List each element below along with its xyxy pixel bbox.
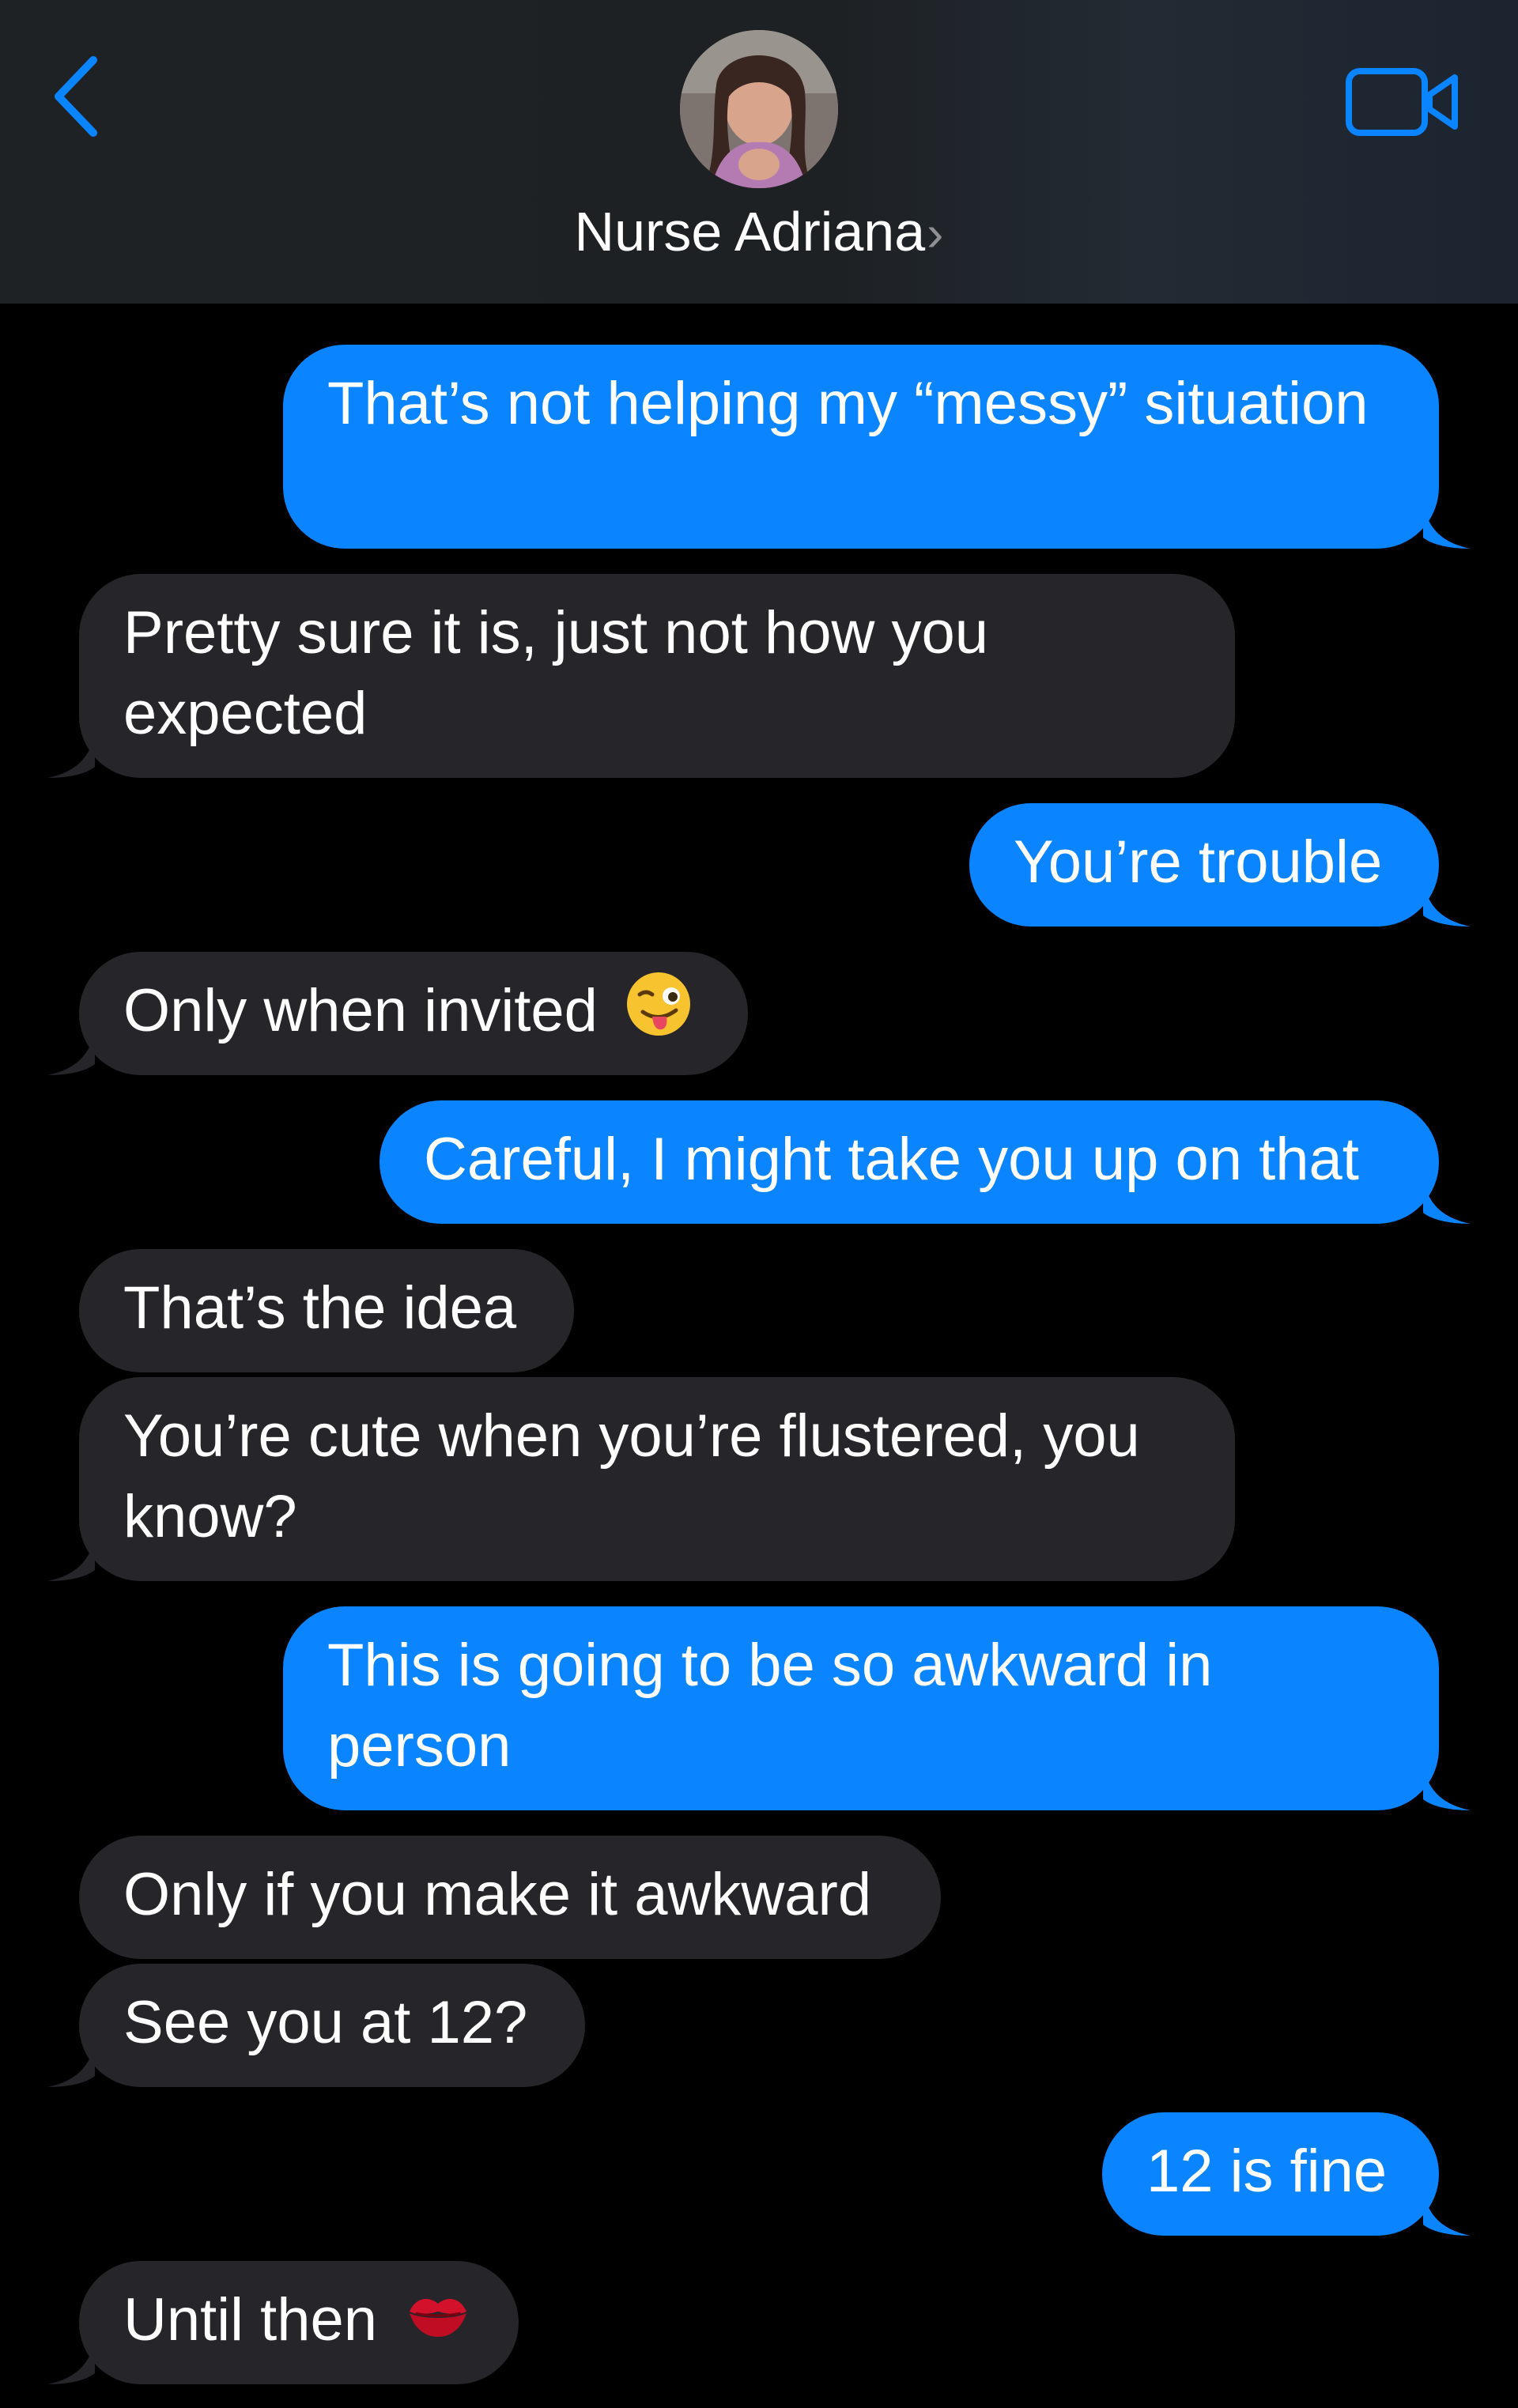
message-bubble-sent[interactable]: That’s not helping my “messy” situation <box>283 345 1471 549</box>
bubble-tail <box>1423 879 1471 927</box>
bubble-tail <box>47 1028 95 1075</box>
message-text: That’s not helping my “messy” situation <box>327 370 1369 437</box>
contact-name-button[interactable]: Nurse Adriana› <box>0 196 1518 269</box>
message-text: Pretty sure it is, just not how you expe… <box>123 599 989 747</box>
kiss-mark-emoji-icon <box>405 2280 471 2367</box>
bubble-tail <box>47 2337 95 2384</box>
bubble-tail <box>1423 2188 1471 2236</box>
message-bubble-sent[interactable]: Careful, I might take you up on that <box>380 1100 1471 1224</box>
message-bubble-received[interactable]: Pretty sure it is, just not how you expe… <box>47 574 1235 778</box>
bubble-tail <box>47 730 95 778</box>
chevron-right-icon: › <box>927 205 944 262</box>
bubble-tail <box>1423 1176 1471 1224</box>
message-bubble-received[interactable]: Only if you make it awkward <box>79 1836 941 1959</box>
message-text: See you at 12? <box>123 1989 528 2056</box>
chevron-left-icon <box>55 56 97 137</box>
back-button[interactable] <box>47 49 111 144</box>
avatar-image <box>680 30 838 188</box>
message-bubble-received[interactable]: Only when invited <box>47 952 748 1075</box>
message-text: Careful, I might take you up on that <box>424 1126 1359 1193</box>
message-bubble-sent[interactable]: This is going to be so awkward in person <box>283 1606 1471 1810</box>
bubble-tail <box>47 2040 95 2087</box>
conversation-header: Nurse Adriana› <box>0 0 1518 304</box>
bubble-tail <box>47 1534 95 1581</box>
message-text: That’s the idea <box>123 1274 517 1342</box>
message-bubble-received[interactable]: You’re cute when you’re flustered, you k… <box>47 1377 1235 1581</box>
message-text: You’re trouble <box>1014 828 1383 896</box>
message-text: This is going to be so awkward in person <box>327 1632 1213 1780</box>
video-call-button[interactable] <box>1344 65 1463 144</box>
contact-avatar[interactable] <box>680 30 838 188</box>
message-text: Only if you make it awkward <box>123 1861 872 1928</box>
bubble-tail <box>1423 1763 1471 1810</box>
video-camera-icon <box>1346 68 1458 136</box>
message-text: Until then <box>123 2286 378 2353</box>
message-bubble-received[interactable]: That’s the idea <box>79 1249 574 1372</box>
message-bubble-sent[interactable]: 12 is fine <box>1102 2112 1471 2236</box>
message-text: You’re cute when you’re flustered, you k… <box>123 1402 1140 1550</box>
bubble-tail <box>1423 501 1471 549</box>
message-bubble-received[interactable]: See you at 12? <box>47 1964 585 2087</box>
message-text: Only when invited <box>123 977 598 1044</box>
winking-tongue-emoji-icon <box>625 971 692 1058</box>
contact-name: Nurse Adriana <box>574 201 926 262</box>
message-bubble-received[interactable]: Until then <box>47 2261 519 2384</box>
message-bubble-sent[interactable]: You’re trouble <box>969 803 1471 927</box>
message-text: 12 is fine <box>1146 2138 1388 2205</box>
